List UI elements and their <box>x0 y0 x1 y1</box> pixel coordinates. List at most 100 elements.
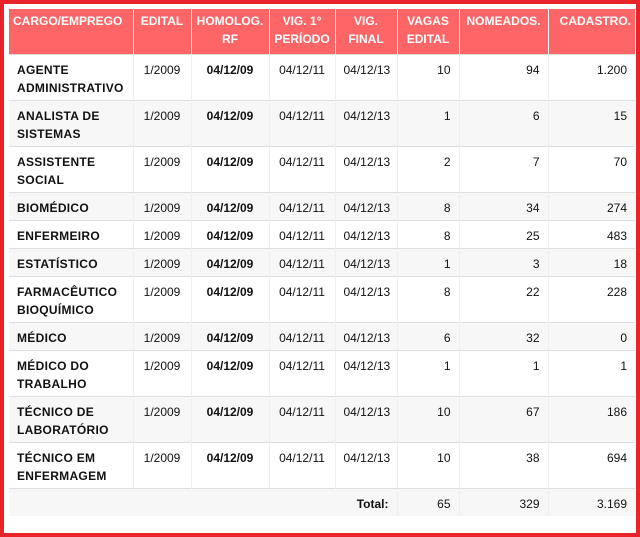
cell-nomeados: 38 <box>459 442 549 489</box>
cell-vigfinal: 04/12/13 <box>335 54 398 101</box>
cell-edital: 1/2009 <box>133 442 192 489</box>
table-row: TÉCNICO DE LABORATÓRIO 1/2009 04/12/09 04/12… <box>9 396 635 443</box>
table-row: MÉDICO DO TRABALHO 1/2009 04/12/09 04/12/11 0… <box>9 350 635 397</box>
cell-nomeados: 32 <box>459 322 549 351</box>
cargo-line2: ENFERMAGEM <box>17 469 107 483</box>
header-cargo: CARGO/EMPREGO <box>9 9 134 55</box>
cell-cargo: TÉCNICO DE LABORATÓRIO <box>9 396 134 443</box>
cell-cargo: FARMACÊUTICO BIOQUÍMICO <box>9 276 134 323</box>
cell-vagas: 8 <box>397 192 460 221</box>
cargo-line1: FARMACÊUTICO <box>17 285 118 299</box>
cell-cadastro: 186 <box>548 396 635 443</box>
cargo-line2: SISTEMAS <box>17 127 81 141</box>
cell-vigfinal: 04/12/13 <box>335 442 398 489</box>
header-homolog-line2: RF <box>222 32 238 46</box>
header-edital: EDITAL <box>133 9 192 55</box>
header-homolog: HOMOLOG. RF <box>191 9 270 55</box>
cargo-line1: MÉDICO <box>17 331 67 345</box>
cell-cargo: ASSISTENTE SOCIAL <box>9 146 134 193</box>
header-cadastro: CADASTRO. <box>548 9 635 55</box>
cell-cadastro: 274 <box>548 192 635 221</box>
cell-vigfinal: 04/12/13 <box>335 100 398 147</box>
cell-cargo: AGENTE ADMINISTRATIVO <box>9 54 134 101</box>
cell-vig1: 04/12/11 <box>269 442 336 489</box>
cell-cadastro: 1.200 <box>548 54 635 101</box>
table-frame: CARGO/EMPREGO EDITAL HOMOLOG. RF VIG. 1° PERÍ… <box>0 0 640 537</box>
cell-homolog: 04/12/09 <box>191 248 270 277</box>
cell-vig1: 04/12/11 <box>269 248 336 277</box>
header-vagas: VAGAS EDITAL <box>397 9 460 55</box>
cargo-line1: BIOMÉDICO <box>17 201 90 215</box>
cell-edital: 1/2009 <box>133 276 192 323</box>
cell-nomeados: 94 <box>459 54 549 101</box>
cell-cadastro: 228 <box>548 276 635 323</box>
cargo-line1: ASSISTENTE <box>17 155 96 169</box>
cell-homolog: 04/12/09 <box>191 396 270 443</box>
cell-homolog: 04/12/09 <box>191 192 270 221</box>
cell-nomeados: 6 <box>459 100 549 147</box>
cell-vagas: 10 <box>397 396 460 443</box>
table-row: ESTATÍSTICO 1/2009 04/12/09 04/12/11 04/12/1… <box>9 248 635 277</box>
cell-cargo: BIOMÉDICO <box>9 192 134 221</box>
total-vagas: 65 <box>397 488 460 516</box>
header-vig1: VIG. 1° PERÍODO <box>269 9 336 55</box>
cell-vig1: 04/12/11 <box>269 350 336 397</box>
cell-homolog: 04/12/09 <box>191 100 270 147</box>
cargo-line1: AGENTE <box>17 63 69 77</box>
header-vigfinal-line2: FINAL <box>348 32 384 46</box>
cell-homolog: 04/12/09 <box>191 276 270 323</box>
header-vigfinal-line1: VIG. <box>353 14 378 28</box>
cell-vagas: 10 <box>397 442 460 489</box>
table-header-row: CARGO/EMPREGO EDITAL HOMOLOG. RF VIG. 1° PERÍ… <box>9 9 635 55</box>
header-vagas-line2: EDITAL <box>406 32 450 46</box>
cell-vigfinal: 04/12/13 <box>335 146 398 193</box>
table-row: FARMACÊUTICO BIOQUÍMICO 1/2009 04/12/09 04/1… <box>9 276 635 323</box>
cargo-line2: TRABALHO <box>17 377 87 391</box>
table-total-row: Total: 65 329 3.169 <box>9 488 635 516</box>
cell-cadastro: 70 <box>548 146 635 193</box>
cell-nomeados: 1 <box>459 350 549 397</box>
cell-cargo: TÉCNICO EM ENFERMAGEM <box>9 442 134 489</box>
cell-edital: 1/2009 <box>133 100 192 147</box>
cell-homolog: 04/12/09 <box>191 442 270 489</box>
cell-vig1: 04/12/11 <box>269 100 336 147</box>
cell-vigfinal: 04/12/13 <box>335 220 398 249</box>
cell-vagas: 6 <box>397 322 460 351</box>
cell-vig1: 04/12/11 <box>269 322 336 351</box>
cell-edital: 1/2009 <box>133 350 192 397</box>
cell-nomeados: 34 <box>459 192 549 221</box>
table-row: MÉDICO 1/2009 04/12/09 04/12/11 04/12/13 6 32 0 <box>9 322 635 351</box>
total-nomeados: 329 <box>459 488 549 516</box>
cell-cargo: MÉDICO DO TRABALHO <box>9 350 134 397</box>
cell-edital: 1/2009 <box>133 248 192 277</box>
cell-homolog: 04/12/09 <box>191 54 270 101</box>
cell-homolog: 04/12/09 <box>191 350 270 397</box>
cell-cargo: ENFERMEIRO <box>9 220 134 249</box>
table-row: ASSISTENTE SOCIAL 1/2009 04/12/09 04/12/11 04… <box>9 146 635 193</box>
cell-vagas: 8 <box>397 276 460 323</box>
cell-vagas: 2 <box>397 146 460 193</box>
table-body: AGENTE ADMINISTRATIVO 1/2009 04/12/09 04/12/… <box>9 54 635 516</box>
cargo-line1: ESTATÍSTICO <box>17 257 98 271</box>
cell-vagas: 10 <box>397 54 460 101</box>
cell-vagas: 1 <box>397 350 460 397</box>
cell-cadastro: 0 <box>548 322 635 351</box>
cell-cadastro: 483 <box>548 220 635 249</box>
cell-homolog: 04/12/09 <box>191 220 270 249</box>
header-vig1-line2: PERÍODO <box>274 32 330 46</box>
cell-nomeados: 67 <box>459 396 549 443</box>
header-edital-line1: EDITAL <box>140 14 184 28</box>
cell-vagas: 1 <box>397 100 460 147</box>
cell-vigfinal: 04/12/13 <box>335 276 398 323</box>
header-vigfinal: VIG. FINAL <box>335 9 398 55</box>
cargo-line1: ENFERMEIRO <box>17 229 101 243</box>
cell-nomeados: 7 <box>459 146 549 193</box>
cell-homolog: 04/12/09 <box>191 146 270 193</box>
cell-homolog: 04/12/09 <box>191 322 270 351</box>
table-row: BIOMÉDICO 1/2009 04/12/09 04/12/11 04/12/13 8… <box>9 192 635 221</box>
cell-vig1: 04/12/11 <box>269 220 336 249</box>
cargo-line2: LABORATÓRIO <box>17 423 109 437</box>
cell-cargo: MÉDICO <box>9 322 134 351</box>
cell-cargo: ESTATÍSTICO <box>9 248 134 277</box>
cargo-line1: TÉCNICO DE <box>17 405 95 419</box>
